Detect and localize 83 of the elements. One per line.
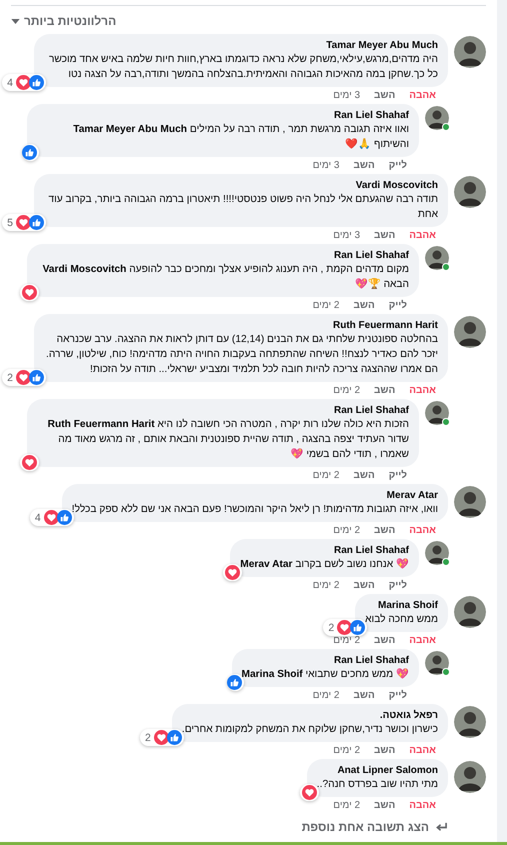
sort-menu[interactable]: הרלוונטיות ביותר <box>11 12 116 30</box>
comment-time[interactable]: 2 ימים <box>312 470 340 482</box>
comment-time[interactable]: 2 ימים <box>312 580 340 592</box>
react-link[interactable]: לייק <box>388 160 407 172</box>
reaction-count: 2 <box>144 730 152 744</box>
caret-down-icon <box>11 18 20 24</box>
author-name[interactable]: Ran Liel Shahaf <box>334 109 409 122</box>
avatar[interactable] <box>454 176 486 208</box>
avatar[interactable] <box>454 761 486 793</box>
reaction-badge[interactable]: 2 <box>140 729 184 746</box>
comment-time[interactable]: 2 ימים <box>333 525 360 537</box>
reply-link[interactable]: השב <box>353 690 375 702</box>
comment-text: מתי תהיו שוב בפרדס חנה?.. <box>316 778 438 792</box>
avatar[interactable] <box>454 486 486 518</box>
comment-text: וואו, איזה תגובות מדהימות! רן ליאל היקר והמוכשר! פעם הבאה אני שם ללא ספק בכלל! <box>72 502 438 517</box>
reaction-badge[interactable]: 4 <box>30 509 74 526</box>
reaction-count: 5 <box>6 216 14 230</box>
reply-link[interactable]: השב <box>374 230 396 242</box>
comment-text: ממש מחכה לבוא <box>365 612 438 627</box>
react-link[interactable]: אהבה <box>409 635 436 647</box>
comment-time[interactable]: 2 ימים <box>333 800 360 812</box>
author-name[interactable]: Marina Shoif <box>378 599 438 612</box>
reaction-badge[interactable]: 5 <box>2 214 46 231</box>
comment-time[interactable]: 3 ימים <box>312 160 340 172</box>
reaction-badge[interactable]: 2 <box>2 369 46 386</box>
reaction-count: 4 <box>6 76 14 90</box>
avatar[interactable] <box>425 651 449 675</box>
comment-text: כישרון וכושר נדיר,שחקן שלוקח את המשחק למקומות אחרים. <box>182 722 438 737</box>
comment-time[interactable]: 2 ימים <box>312 690 340 702</box>
comment-time[interactable]: 2 ימים <box>333 745 360 757</box>
reaction-badge[interactable]: 4 <box>2 74 46 91</box>
comment-time[interactable]: 3 ימים <box>333 90 360 102</box>
avatar[interactable] <box>454 316 486 348</box>
comment-time[interactable]: 2 ימים <box>312 300 340 312</box>
comment-time[interactable]: 2 ימים <box>333 385 360 397</box>
author-name[interactable]: Ran Liel Shahaf <box>334 249 409 262</box>
author-name[interactable]: Ran Liel Shahaf <box>334 654 409 667</box>
react-link[interactable]: אהבה <box>409 525 436 537</box>
comment-text: בהחלטה ספונטנית שלחתי גם את הבנים (12,14) עם דותן לראות את ההצגה. ערב שכנראה יזכר להם כאדיר לנצח!! השיחה שהתפתחה בעקבות החויה היתה מדהימה! כוח, שילטון, שררה. הם אמרו שההצגה צריכה להיות חובה לכל תלמיד ומצביע ישראלי... תודה על הזכות! <box>45 332 438 377</box>
react-link[interactable]: אהבה <box>409 90 436 102</box>
reaction-count: 2 <box>6 370 14 384</box>
reply-link[interactable]: השב <box>353 160 375 172</box>
more-replies-button[interactable]: הצג תשובה אחת נוספת <box>302 818 448 836</box>
react-link[interactable]: לייק <box>388 300 407 312</box>
comment-text: היה מדהים,מרגש,עילאי,משחק שלא נראה כדוגמתו בארץ,חוות חיות שלמה באיש אחד מוכשר כל כך.שחקן במה מהאיכות הגבוהה והאמיתית.בהצלחה בהמשך ותודה,רבה על הצגה נטו <box>48 52 438 82</box>
comment-time[interactable]: 3 ימים <box>333 230 360 242</box>
reaction-badge[interactable]: 2 <box>323 619 368 636</box>
react-link[interactable]: לייק <box>388 470 407 482</box>
reaction-count: 2 <box>327 620 336 634</box>
comment-time[interactable]: 2 ימים <box>333 635 360 647</box>
reaction-count: 4 <box>34 510 42 524</box>
author-name[interactable]: Tamar Meyer Abu Much <box>326 39 438 52</box>
author-name[interactable]: Ran Liel Shahaf <box>334 544 409 557</box>
avatar[interactable] <box>425 246 449 270</box>
reply-link[interactable]: השב <box>353 580 375 592</box>
react-link[interactable]: אהבה <box>409 385 436 397</box>
avatar[interactable] <box>454 596 486 628</box>
author-name[interactable]: רפאל גואטה. <box>380 709 438 722</box>
author-name[interactable]: Ruth Feuermann Harit <box>332 319 438 332</box>
reply-link[interactable]: השב <box>374 90 396 102</box>
author-name[interactable]: Vardi Moscovitch <box>356 179 438 192</box>
reply-link[interactable]: השב <box>353 470 375 482</box>
avatar[interactable] <box>454 706 486 738</box>
reply-link[interactable]: השב <box>374 635 396 647</box>
avatar[interactable] <box>425 401 449 425</box>
reply-link[interactable]: השב <box>374 385 396 397</box>
avatar[interactable] <box>454 36 486 68</box>
react-link[interactable]: אהבה <box>409 230 436 242</box>
react-link[interactable]: לייק <box>388 690 407 702</box>
reply-link[interactable]: השב <box>374 800 396 812</box>
avatar[interactable] <box>425 541 449 565</box>
comment-text: תודה רבה שהגעתם אלי לנחל היה פשוט פנטסטי!!!! תיאטרון ברמה הגבוהה ביותר, בקרוב עוד אחת <box>47 192 438 222</box>
author-name[interactable]: Ran Liel Shahaf <box>334 404 409 417</box>
avatar[interactable] <box>425 106 449 130</box>
reply-link[interactable]: השב <box>374 525 396 537</box>
reply-arrow-icon <box>435 822 448 832</box>
reply-link[interactable]: השב <box>353 300 375 312</box>
react-link[interactable]: לייק <box>388 580 407 592</box>
reply-link[interactable]: השב <box>374 745 396 757</box>
react-link[interactable]: אהבה <box>409 745 436 757</box>
author-name[interactable]: Anat Lipner Salomon <box>337 764 438 777</box>
react-link[interactable]: אהבה <box>409 800 436 812</box>
author-name[interactable]: Merav Atar <box>386 489 438 502</box>
